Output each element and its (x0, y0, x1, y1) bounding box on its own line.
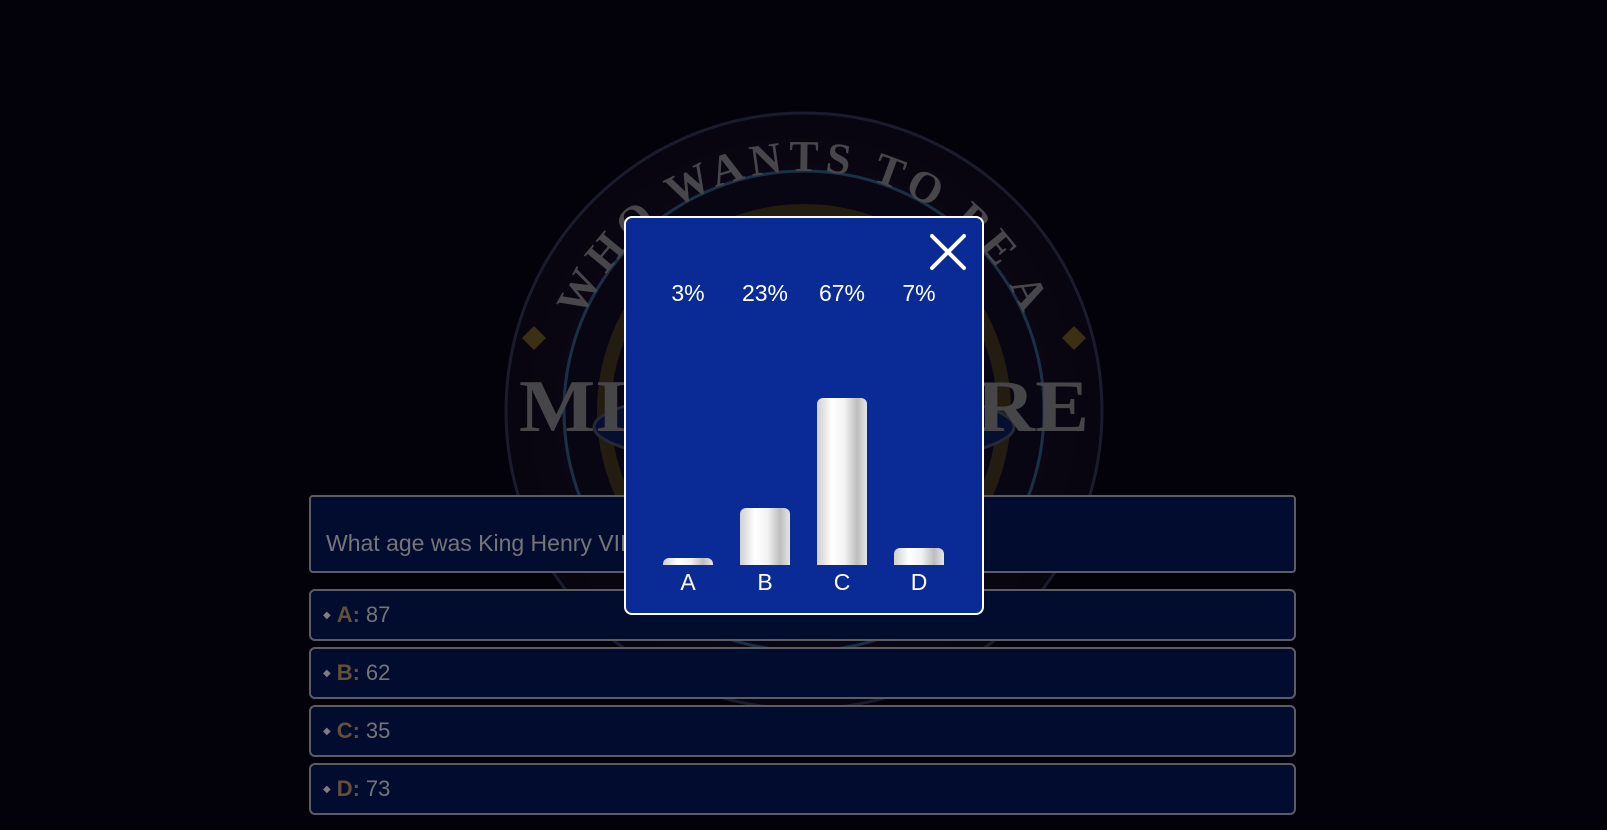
poll-percent-c: 67% (818, 280, 866, 306)
poll-percent-a: 3% (671, 280, 705, 306)
poll-label-c: C (833, 569, 851, 595)
poll-percent-d: 7% (902, 280, 936, 306)
poll-bar-d (894, 547, 944, 565)
poll-bar-b (740, 507, 790, 565)
poll-bar-a (663, 557, 713, 565)
poll-label-b: B (757, 569, 773, 595)
poll-percent-b: 23% (741, 280, 789, 306)
poll-label-a: A (680, 569, 696, 595)
poll-bar-c (817, 397, 867, 565)
poll-label-d: D (910, 569, 928, 595)
close-icon[interactable] (928, 232, 968, 272)
